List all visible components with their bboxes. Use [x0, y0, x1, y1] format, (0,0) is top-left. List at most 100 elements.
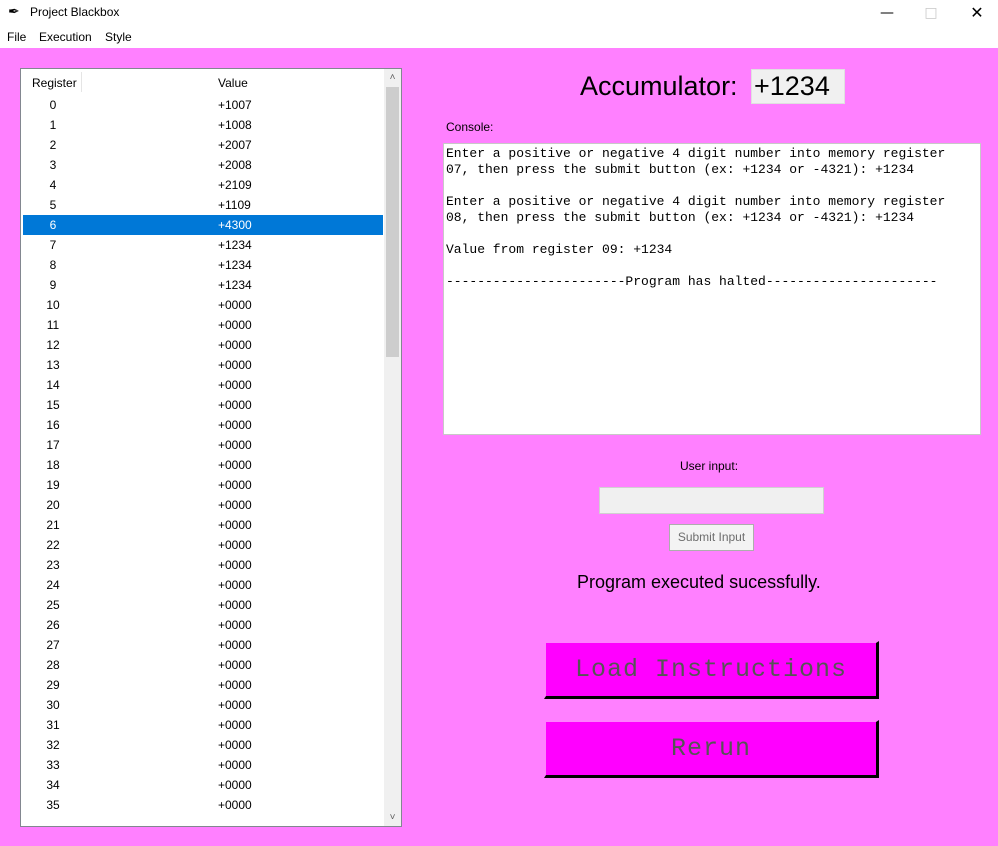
value-column-header[interactable]: Value: [218, 76, 248, 90]
table-row[interactable]: 20 +0000: [23, 495, 383, 515]
register-number: 2: [49, 138, 57, 152]
register-value: +0000: [218, 318, 252, 332]
table-row[interactable]: 16 +0000: [23, 415, 383, 435]
table-row[interactable]: 27 +0000: [23, 635, 383, 655]
table-row[interactable]: 13 +0000: [23, 355, 383, 375]
table-row[interactable]: 32 +0000: [23, 735, 383, 755]
rerun-button[interactable]: Rerun: [544, 720, 879, 778]
table-row[interactable]: 24 +0000: [23, 575, 383, 595]
user-input-field[interactable]: [599, 487, 824, 514]
register-number: 32: [46, 738, 60, 752]
title-bar: ✒ Project Blackbox — □ ✕: [0, 0, 998, 26]
menu-bar: File Execution Style: [0, 26, 998, 48]
register-number: 20: [46, 498, 60, 512]
menu-execution[interactable]: Execution: [39, 30, 92, 44]
register-value: +0000: [218, 418, 252, 432]
window-title: Project Blackbox: [30, 5, 120, 19]
register-value: +2007: [218, 138, 252, 152]
register-value: +0000: [218, 478, 252, 492]
register-value: +1234: [218, 238, 252, 252]
table-row[interactable]: 2 +2007: [23, 135, 383, 155]
register-number: 4: [49, 178, 57, 192]
register-number: 7: [49, 238, 57, 252]
table-row[interactable]: 31 +0000: [23, 715, 383, 735]
register-value: +1008: [218, 118, 252, 132]
table-row[interactable]: 18 +0000: [23, 455, 383, 475]
table-row[interactable]: 17 +0000: [23, 435, 383, 455]
table-row[interactable]: 6 +4300: [23, 215, 383, 235]
console-output[interactable]: Enter a positive or negative 4 digit num…: [443, 143, 981, 435]
table-row[interactable]: 10 +0000: [23, 295, 383, 315]
register-number: 22: [46, 538, 60, 552]
table-row[interactable]: 15 +0000: [23, 395, 383, 415]
register-value: +1109: [218, 198, 251, 212]
register-column-header[interactable]: Register: [32, 76, 77, 90]
register-number: 28: [46, 658, 60, 672]
menu-style[interactable]: Style: [105, 30, 132, 44]
scrollbar-thumb[interactable]: [386, 87, 399, 357]
table-row[interactable]: 4 +2109: [23, 175, 383, 195]
register-number: 33: [46, 758, 60, 772]
register-value: +2109: [218, 178, 252, 192]
user-input-label: User input:: [680, 459, 739, 473]
register-value: +0000: [218, 398, 252, 412]
load-instructions-button[interactable]: Load Instructions: [544, 641, 879, 699]
register-number: 13: [46, 358, 60, 372]
accumulator-label: Accumulator:: [580, 71, 738, 101]
register-value: +0000: [218, 658, 252, 672]
table-row[interactable]: 30 +0000: [23, 695, 383, 715]
register-number: 24: [46, 578, 60, 592]
menu-file[interactable]: File: [7, 30, 26, 44]
maximize-button[interactable]: □: [908, 0, 954, 26]
vertical-scrollbar[interactable]: ˄ ˅: [384, 69, 401, 826]
register-value: +0000: [218, 358, 252, 372]
register-number: 26: [46, 618, 60, 632]
register-number: 10: [46, 298, 60, 312]
table-row[interactable]: 0 +1007: [23, 95, 383, 115]
table-row[interactable]: 3 +2008: [23, 155, 383, 175]
close-button[interactable]: ✕: [954, 0, 998, 26]
register-value: +0000: [218, 758, 252, 772]
table-row[interactable]: 22 +0000: [23, 535, 383, 555]
table-row[interactable]: 21 +0000: [23, 515, 383, 535]
table-row[interactable]: 14 +0000: [23, 375, 383, 395]
register-value: +1007: [218, 98, 252, 112]
register-number: 11: [46, 318, 60, 332]
table-row[interactable]: 33 +0000: [23, 755, 383, 775]
table-row[interactable]: 28 +0000: [23, 655, 383, 675]
register-number: 34: [46, 778, 60, 792]
table-row[interactable]: 29 +0000: [23, 675, 383, 695]
register-value: +1234: [218, 258, 252, 272]
table-row[interactable]: 35 +0000: [23, 795, 383, 815]
table-row[interactable]: 34 +0000: [23, 775, 383, 795]
submit-input-button[interactable]: Submit Input: [669, 524, 754, 551]
register-value: +0000: [218, 498, 252, 512]
table-row[interactable]: 5 +1109: [23, 195, 383, 215]
accumulator-value: +1234: [751, 69, 845, 104]
console-label: Console:: [446, 120, 494, 134]
register-value: +0000: [218, 598, 252, 612]
register-value: +2008: [218, 158, 252, 172]
table-row[interactable]: 26 +0000: [23, 615, 383, 635]
table-row[interactable]: 8 +1234: [23, 255, 383, 275]
table-row[interactable]: 1 +1008: [23, 115, 383, 135]
table-row[interactable]: 11 +0000: [23, 315, 383, 335]
minimize-button[interactable]: —: [864, 0, 910, 26]
table-row[interactable]: 25 +0000: [23, 595, 383, 615]
register-number: 27: [46, 638, 60, 652]
register-value: +0000: [218, 718, 252, 732]
table-row[interactable]: 23 +0000: [23, 555, 383, 575]
scroll-up-icon[interactable]: ˄: [384, 69, 401, 86]
register-value: +0000: [218, 638, 252, 652]
table-row[interactable]: 19 +0000: [23, 475, 383, 495]
scroll-down-icon[interactable]: ˅: [384, 809, 401, 826]
register-table: Register Value 0 +1007 1 +1008 2 +2007 3 +2008 4…: [20, 68, 402, 827]
register-value: +0000: [218, 778, 252, 792]
register-number: 16: [46, 418, 60, 432]
table-row[interactable]: 7 +1234: [23, 235, 383, 255]
table-row[interactable]: 9 +1234: [23, 275, 383, 295]
register-number: 19: [46, 478, 60, 492]
table-row[interactable]: 12 +0000: [23, 335, 383, 355]
column-divider[interactable]: [81, 72, 82, 92]
register-number: 15: [46, 398, 60, 412]
